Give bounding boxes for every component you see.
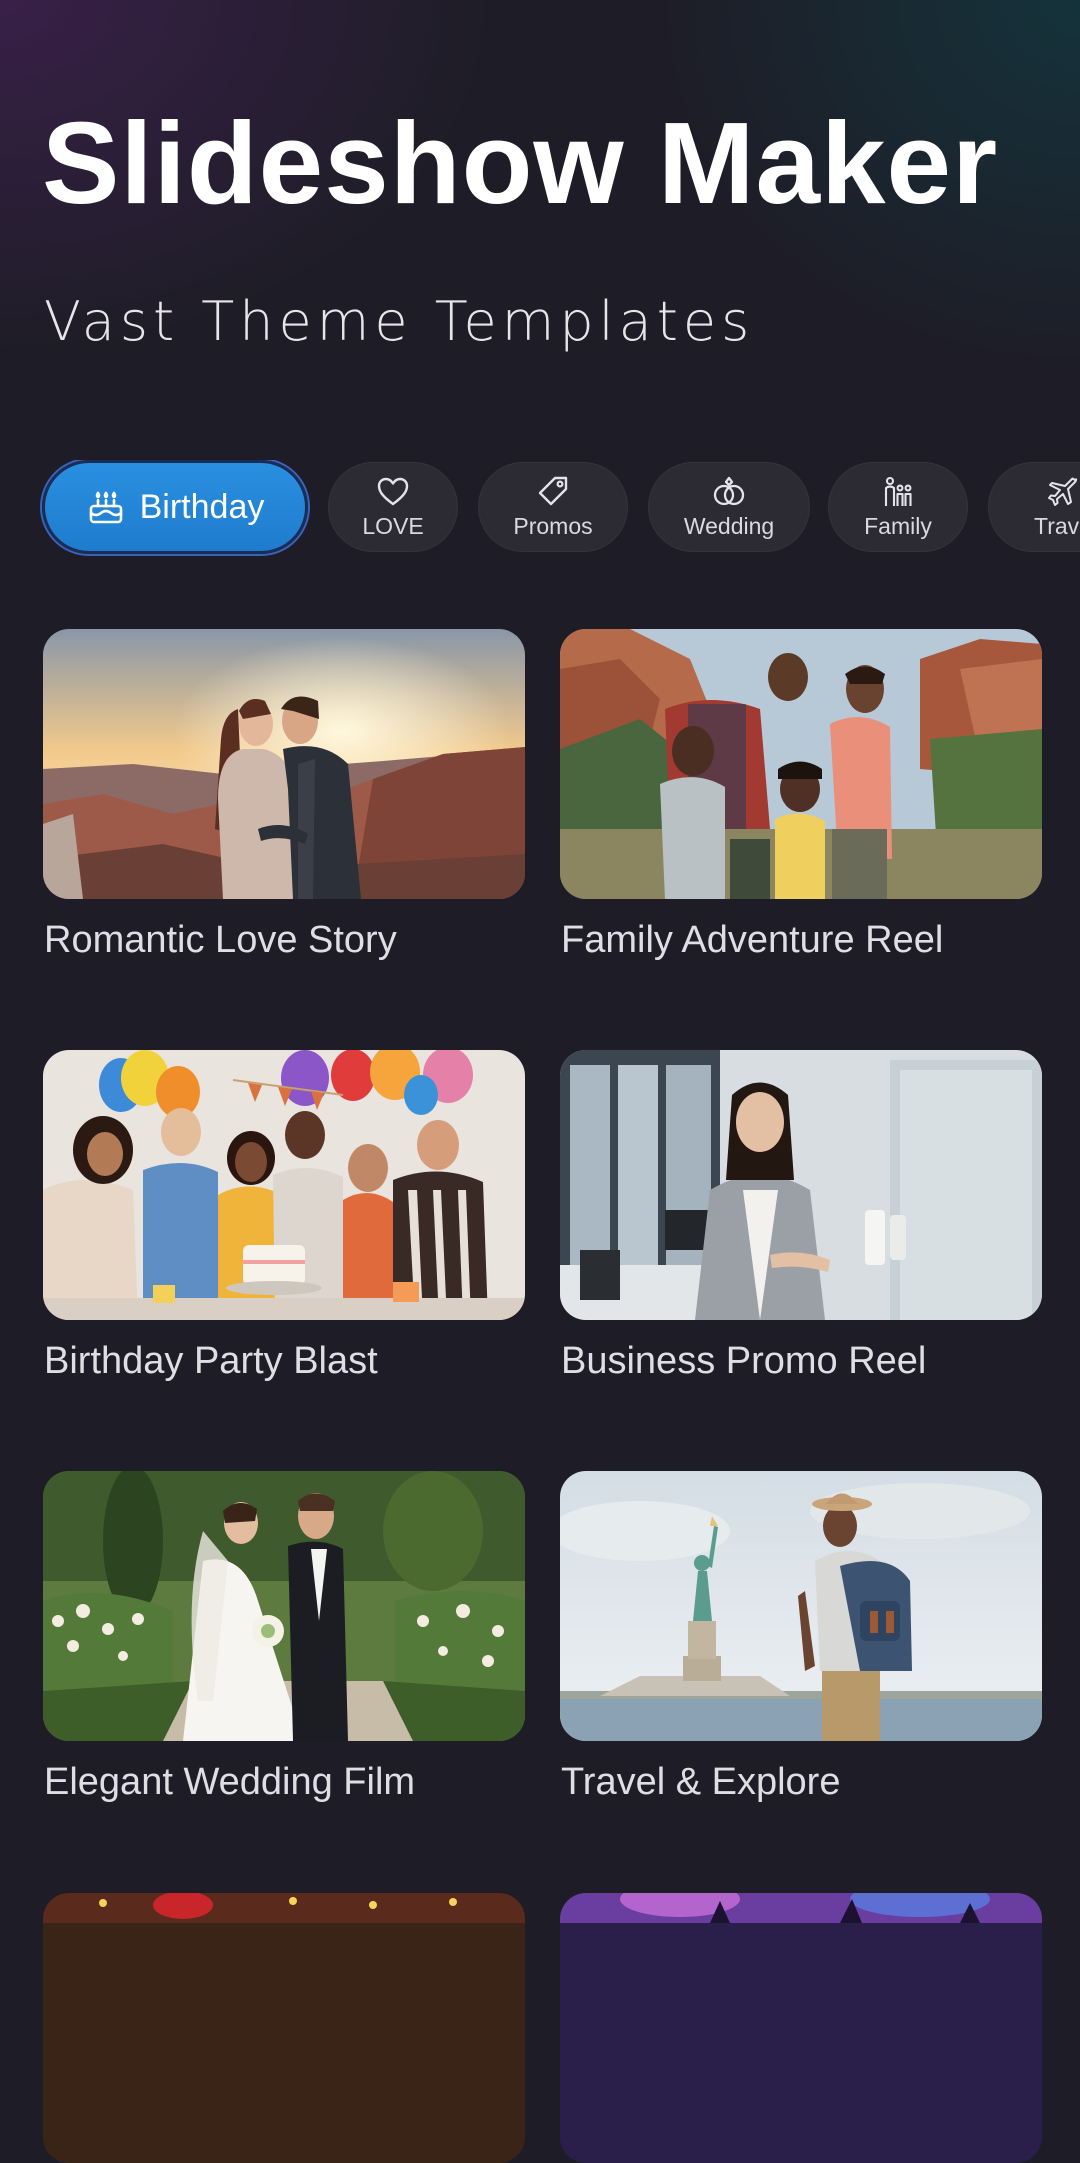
template-card[interactable]: Birthday Party Blast bbox=[43, 1050, 525, 1382]
template-card[interactable] bbox=[560, 1893, 1042, 2163]
category-chip-label: Family bbox=[864, 513, 932, 539]
heart-icon bbox=[377, 477, 409, 506]
category-chip-label: Wedding bbox=[683, 513, 775, 539]
template-thumbnail[interactable] bbox=[560, 1471, 1042, 1741]
rings-icon bbox=[713, 476, 745, 506]
travel-statue-image bbox=[560, 1471, 1042, 1741]
template-thumbnail[interactable] bbox=[560, 629, 1042, 899]
category-chip-love[interactable]: LOVE bbox=[328, 462, 458, 552]
tag-icon bbox=[538, 476, 568, 506]
category-chip-promos[interactable]: Promos bbox=[478, 462, 628, 552]
template-thumbnail[interactable] bbox=[43, 1050, 525, 1320]
category-chip-label: Trave bbox=[1034, 513, 1080, 539]
category-chip-birthday[interactable]: Birthday bbox=[42, 460, 308, 554]
template-title: Birthday Party Blast bbox=[44, 1340, 378, 1382]
template-title: Travel & Explore bbox=[561, 1761, 841, 1803]
birthday-cake-icon bbox=[89, 491, 122, 524]
template-title: Business Promo Reel bbox=[561, 1340, 927, 1382]
romantic-sunset-image bbox=[43, 629, 525, 899]
template-title: Family Adventure Reel bbox=[561, 919, 944, 961]
category-chip-label: Birthday bbox=[139, 487, 265, 526]
category-chip-label: Promos bbox=[513, 513, 593, 539]
family-icon bbox=[884, 476, 912, 506]
template-card[interactable]: Family Adventure Reel bbox=[560, 629, 1042, 961]
template-card[interactable] bbox=[43, 1893, 525, 2163]
template-thumbnail[interactable] bbox=[560, 1893, 1042, 2163]
category-chip-family[interactable]: Family bbox=[828, 462, 968, 552]
christmas-image bbox=[43, 1893, 525, 2163]
template-card[interactable]: Business Promo Reel bbox=[560, 1050, 1042, 1382]
category-chip-travel[interactable]: Trave bbox=[988, 462, 1080, 552]
category-chip-bar[interactable]: Birthday LOVE Promos Wedding Family Trav bbox=[0, 460, 1080, 556]
wedding-garden-image bbox=[43, 1471, 525, 1741]
category-chip-label: LOVE bbox=[362, 513, 424, 539]
template-card[interactable]: Travel & Explore bbox=[560, 1471, 1042, 1803]
category-chip-wedding[interactable]: Wedding bbox=[648, 462, 810, 552]
template-card[interactable]: Elegant Wedding Film bbox=[43, 1471, 525, 1803]
concert-image bbox=[560, 1893, 1042, 2163]
airplane-icon bbox=[1048, 477, 1078, 506]
business-office-image bbox=[560, 1050, 1042, 1320]
template-card[interactable]: Romantic Love Story bbox=[43, 629, 525, 961]
app-title: Slideshow Maker bbox=[42, 98, 999, 228]
birthday-party-image bbox=[43, 1050, 525, 1320]
template-thumbnail[interactable] bbox=[43, 1893, 525, 2163]
template-thumbnail[interactable] bbox=[43, 1471, 525, 1741]
family-hiking-image bbox=[560, 629, 1042, 899]
template-title: Elegant Wedding Film bbox=[44, 1761, 416, 1803]
template-thumbnail[interactable] bbox=[43, 629, 525, 899]
app-subtitle: Vast Theme Templates bbox=[44, 290, 755, 353]
template-title: Romantic Love Story bbox=[44, 919, 397, 961]
template-thumbnail[interactable] bbox=[560, 1050, 1042, 1320]
